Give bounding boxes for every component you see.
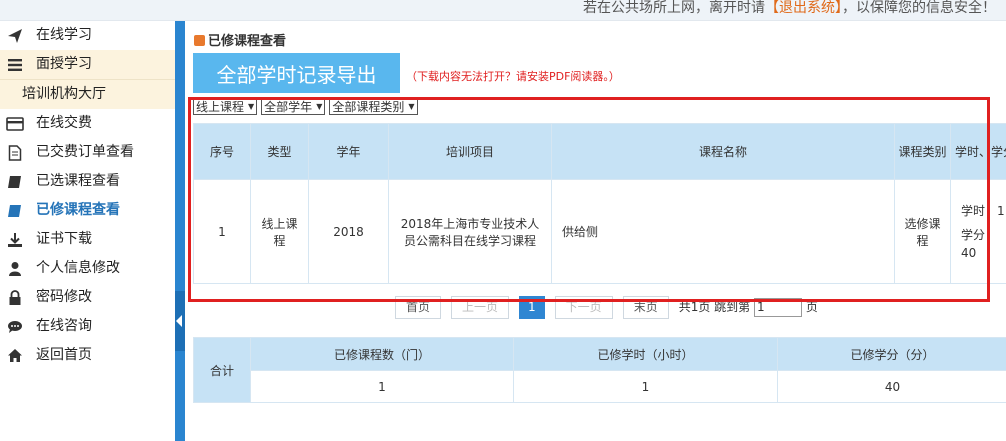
sidebar-item-label: 培训机构大厅	[22, 86, 106, 102]
sidebar-subitem-training-hall[interactable]: 培训机构大厅	[0, 79, 175, 109]
select-value: 全部课程类别	[332, 99, 405, 114]
cell-project: 2018年上海市专业技术人员公需科目在线学习课程	[388, 179, 552, 284]
cell-hours-credits: 学时：1 学分：40	[950, 179, 1006, 284]
summary-value-row: 1 1 40	[194, 370, 1006, 403]
paper-plane-icon	[6, 21, 24, 50]
credits-value: 学分：40	[961, 227, 998, 260]
book-icon	[6, 167, 24, 196]
sidebar-item-online-learning[interactable]: 在线学习	[0, 21, 175, 50]
cell-course: 供给侧	[551, 179, 895, 284]
column-header: 课程类别	[894, 123, 951, 180]
sidebar-item-profile[interactable]: 个人信息修改	[0, 254, 175, 283]
home-icon	[6, 341, 24, 370]
sidebar-item-paid-orders[interactable]: 已交费订单查看	[0, 138, 175, 167]
summary-value: 40	[777, 370, 1006, 403]
sidebar-item-consult[interactable]: 在线咨询	[0, 312, 175, 341]
summary-value: 1	[250, 370, 514, 403]
page-title: 已修课程查看	[194, 30, 286, 49]
column-header: 学时、学分	[950, 123, 1006, 180]
notice-prefix: 若在公共场所上网，离开时请	[583, 0, 765, 16]
sidebar-item-label: 返回首页	[36, 347, 92, 363]
last-page-button[interactable]: 末页	[622, 296, 669, 319]
sidebar-item-face-learning[interactable]: 面授学习	[0, 50, 175, 79]
column-header: 序号	[193, 123, 251, 180]
caret-down-icon: ▼	[408, 101, 415, 111]
page-input[interactable]: 1	[754, 298, 803, 317]
chat-icon	[6, 312, 24, 341]
sidebar-item-label: 面授学习	[36, 56, 92, 72]
hours-value: 学时：1	[961, 203, 1005, 218]
cell-year: 2018	[308, 179, 389, 284]
cell-type: 线上课程	[250, 179, 309, 284]
sidebar-item-label: 已修课程查看	[36, 202, 120, 218]
export-all-button[interactable]: 全部学时记录导出	[193, 53, 400, 93]
total-label: 合计	[193, 337, 251, 403]
page-unit: 页	[805, 300, 818, 314]
chevron-left-icon	[176, 315, 182, 327]
column-header: 学年	[308, 123, 389, 180]
page-info: 共1页 跳到第 1 页	[679, 298, 818, 317]
page-title-text: 已修课程查看	[208, 34, 287, 49]
goto-label: 跳到第	[714, 300, 751, 314]
sidebar-item-label: 在线交费	[36, 115, 92, 131]
summary-header: 已修课程数（门）	[250, 337, 514, 371]
sidebar-item-label: 密码修改	[36, 289, 92, 305]
column-header: 培训项目	[388, 123, 552, 180]
next-page-button[interactable]: 下一页	[554, 296, 613, 319]
notice-suffix: ，以保障您的信息安全！	[842, 0, 996, 16]
security-notice: 若在公共场所上网，离开时请【退出系统】，以保障您的信息安全！	[583, 0, 996, 17]
column-header: 类型	[250, 123, 309, 180]
sidebar-divider	[175, 21, 185, 441]
sidebar-item-selected-courses[interactable]: 已选课程查看	[0, 167, 175, 196]
summary-header: 已修学时（小时）	[513, 337, 778, 371]
download-icon	[6, 225, 24, 254]
caret-down-icon: ▼	[248, 101, 255, 111]
courses-table: 序号 类型 学年 培训项目 课程名称 课程类别 学时、学分 1 线上课程 201…	[193, 123, 1006, 284]
lock-icon	[6, 283, 24, 312]
year-select[interactable]: 全部学年 ▼	[261, 98, 326, 115]
table-header-row: 序号 类型 学年 培训项目 课程名称 课程类别 学时、学分	[193, 123, 1006, 180]
main-content: 已修课程查看 全部学时记录导出 （下载内容无法打开？请安装PDF阅读器。） 线上…	[185, 21, 1006, 441]
category-select[interactable]: 全部课程类别 ▼	[329, 98, 418, 115]
card-icon	[6, 109, 24, 138]
current-page-button[interactable]: 1	[519, 296, 545, 319]
book-icon	[6, 196, 24, 225]
sidebar-item-label: 个人信息修改	[36, 260, 120, 276]
first-page-button[interactable]: 首页	[395, 296, 442, 319]
sidebar-item-label: 已选课程查看	[36, 173, 120, 189]
sidebar-item-label: 已交费订单查看	[36, 144, 134, 160]
top-bar: 若在公共场所上网，离开时请【退出系统】，以保障您的信息安全！	[0, 0, 1006, 21]
sidebar: 在线学习 面授学习 培训机构大厅 在线交费 已交费订单查看 已选课程查看 已修课…	[0, 21, 175, 441]
column-header: 课程名称	[551, 123, 895, 180]
title-icon	[194, 35, 205, 46]
select-value: 线上课程	[196, 99, 245, 114]
cell-category: 选修课程	[894, 179, 951, 284]
caret-down-icon: ▼	[316, 101, 323, 111]
user-icon	[6, 254, 24, 283]
summary-header: 已修学分（分）	[777, 337, 1006, 371]
menu-icon	[6, 50, 24, 79]
sidebar-item-label: 在线学习	[36, 27, 92, 43]
select-value: 全部学年	[264, 99, 313, 114]
summary-value: 1	[513, 370, 778, 403]
filter-bar: 线上课程 ▼ 全部学年 ▼ 全部课程类别 ▼	[193, 98, 418, 115]
sidebar-item-certificate-download[interactable]: 证书下载	[0, 225, 175, 254]
total-pages: 共1页	[678, 300, 711, 314]
sidebar-item-label: 在线咨询	[36, 318, 92, 334]
summary-header-row: 合计 已修课程数（门） 已修学时（小时） 已修学分（分）	[193, 337, 1006, 403]
sidebar-item-home[interactable]: 返回首页	[0, 341, 175, 370]
sidebar-item-password[interactable]: 密码修改	[0, 283, 175, 312]
document-icon	[6, 138, 24, 167]
prev-page-button[interactable]: 上一页	[451, 296, 510, 319]
course-mode-select[interactable]: 线上课程 ▼	[193, 98, 258, 115]
logout-link[interactable]: 【退出系统】	[765, 0, 842, 16]
table-row: 1 线上课程 2018 2018年上海市专业技术人员公需科目在线学习课程 供给侧…	[193, 179, 1006, 284]
cell-no: 1	[193, 179, 251, 284]
sidebar-item-completed-courses[interactable]: 已修课程查看	[0, 196, 175, 225]
summary-table: 合计 已修课程数（门） 已修学时（小时） 已修学分（分） 1 1 40	[193, 337, 1006, 403]
pagination: 首页 上一页 1 下一页 末页 共1页 跳到第 1 页	[395, 296, 818, 319]
sidebar-item-label: 证书下载	[36, 231, 92, 247]
pdf-reader-note: （下载内容无法打开？请安装PDF阅读器。）	[406, 70, 620, 83]
sidebar-item-payment[interactable]: 在线交费	[0, 109, 175, 138]
